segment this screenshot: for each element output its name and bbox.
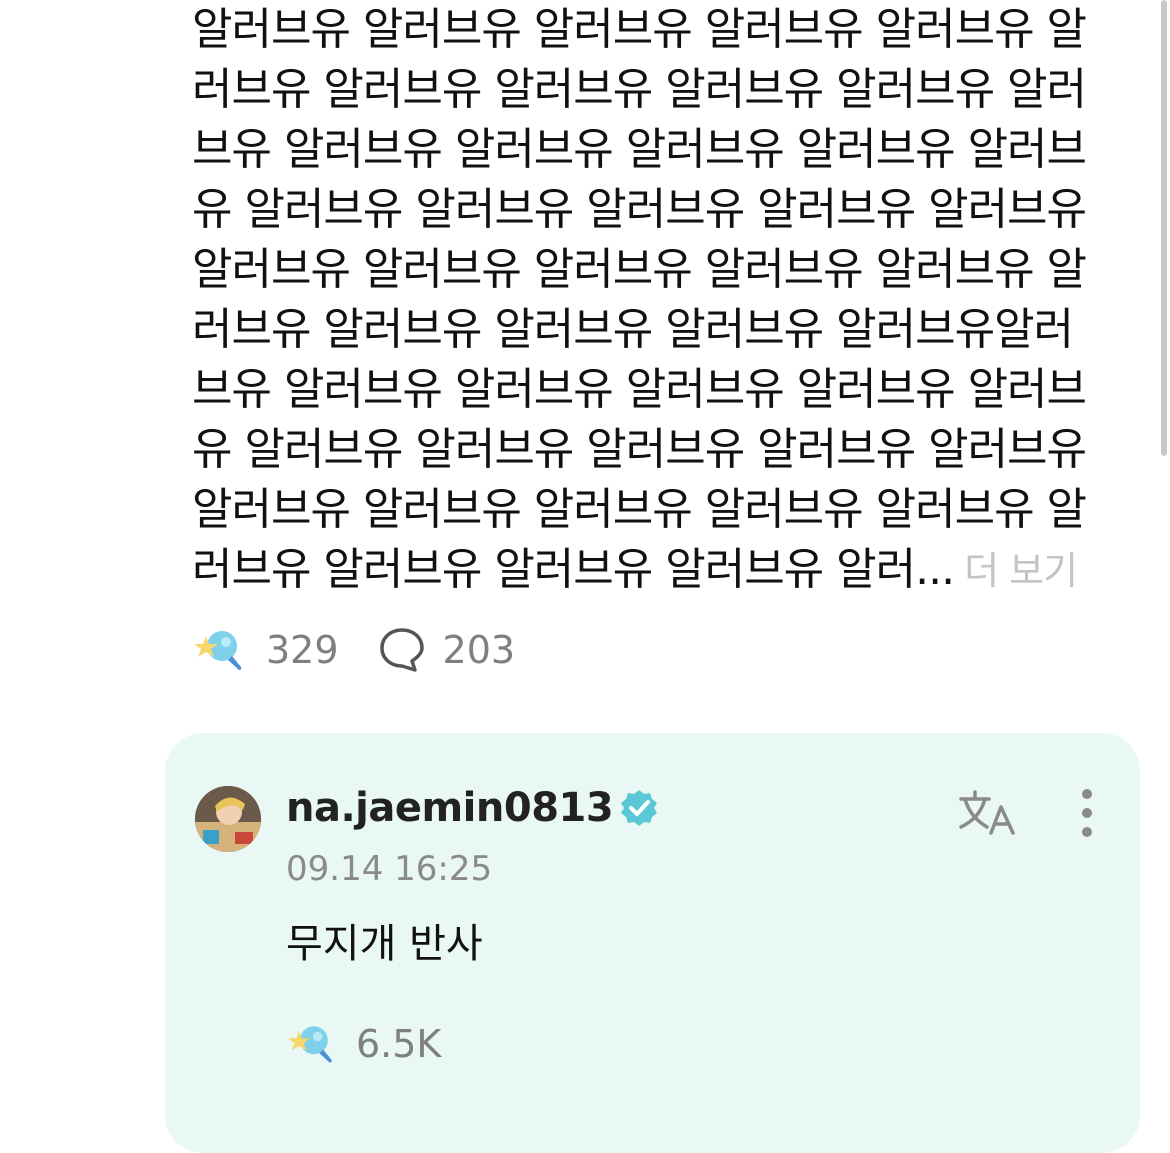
translate-button[interactable]	[955, 785, 1019, 841]
reaction-count: 329	[266, 628, 339, 672]
post-text-line: 알러브유 알러브유 알러브유 알러브유 알러브유 알	[192, 244, 1087, 295]
more-vertical-icon	[1070, 789, 1104, 845]
post-text-line: 알러브유 알러브유 알러브유 알러브유 알러브유 알	[192, 484, 1087, 535]
verified-badge-icon	[619, 788, 659, 828]
post-text-truncated: 러브유 알러브유 알러브유 알러브유 알러...	[192, 544, 955, 595]
scrollbar[interactable]	[1161, 0, 1167, 456]
see-more-link[interactable]: 더 보기	[964, 549, 1078, 593]
post-text-line: 알러브유 알러브유 알러브유 알러브유 알러브유 알	[192, 4, 1087, 55]
username-row: na.jaemin0813	[286, 785, 659, 831]
post-text-line: 브유 알러브유 알러브유 알러브유 알러브유 알러브	[192, 124, 1087, 175]
comment-timestamp: 09.14 16:25	[286, 849, 493, 889]
username[interactable]: na.jaemin0813	[286, 785, 614, 831]
speech-bubble-icon[interactable]	[377, 625, 427, 675]
post-body: 알러브유 알러브유 알러브유 알러브유 알러브유 알 러브유 알러브유 알러브유…	[192, 0, 1092, 600]
post-text-line-last: 러브유 알러브유 알러브유 알러브유 알러... 더 보기	[192, 540, 1092, 600]
post-text-line: 러브유 알러브유 알러브유 알러브유 알러브유 알러	[192, 64, 1087, 115]
more-options-button[interactable]	[1070, 785, 1104, 841]
translate-icon	[955, 790, 1019, 845]
star-lollipop-icon[interactable]	[192, 622, 248, 678]
post-text-line: 브유 알러브유 알러브유 알러브유 알러브유 알러브	[192, 364, 1087, 415]
post-reactions: 329 203	[192, 622, 515, 678]
avatar[interactable]	[195, 786, 261, 852]
star-lollipop-icon[interactable]	[286, 1018, 338, 1070]
comment-reaction-count: 6.5K	[356, 1022, 442, 1066]
comment-reactions: 6.5K	[286, 1019, 479, 1069]
post-text-line: 유 알러브유 알러브유 알러브유 알러브유 알러브유	[192, 184, 1087, 235]
comment-text: 무지개 반사	[286, 921, 483, 967]
comment-count: 203	[442, 628, 516, 672]
comment-card: na.jaemin0813 09.14 16:25 무지개 반사 6.5K	[165, 733, 1140, 1153]
post-text-line: 유 알러브유 알러브유 알러브유 알러브유 알러브유	[192, 424, 1087, 475]
post-text-line: 러브유 알러브유 알러브유 알러브유 알러브유알러	[192, 304, 1074, 355]
